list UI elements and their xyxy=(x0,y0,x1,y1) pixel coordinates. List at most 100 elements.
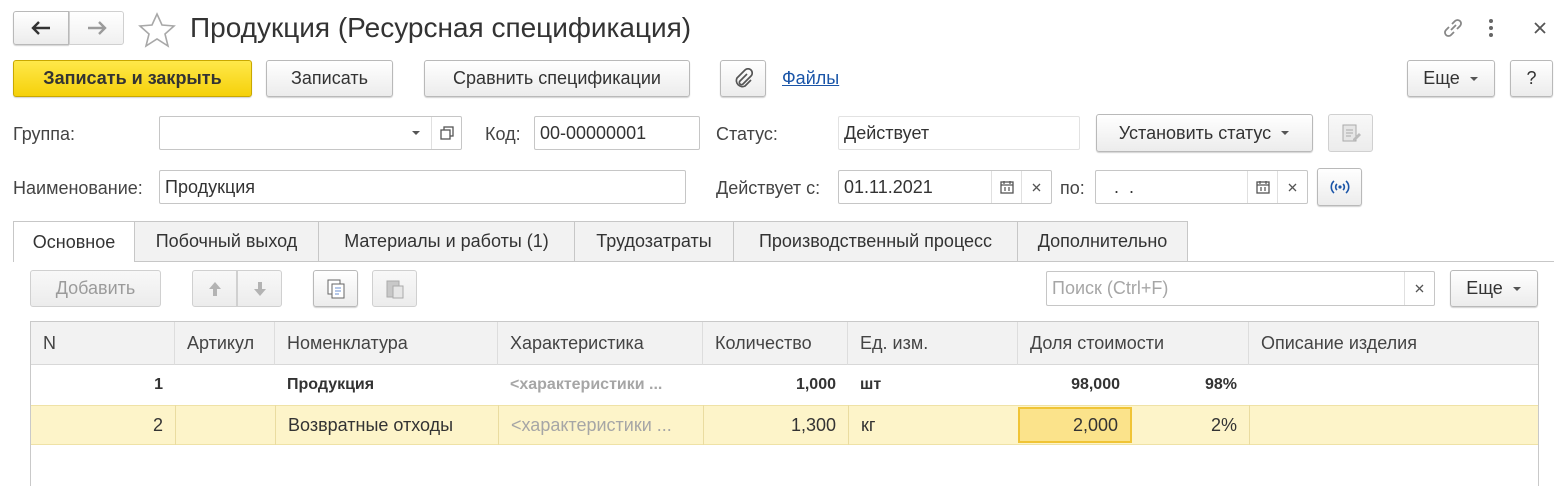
save-button[interactable]: Записать xyxy=(266,60,393,97)
column-header-characteristic[interactable]: Характеристика xyxy=(498,322,703,365)
clear-icon xyxy=(1415,284,1424,293)
valid-from-field[interactable]: 01.11.2021 xyxy=(838,170,1052,204)
valid-from-value: 01.11.2021 xyxy=(844,176,933,197)
valid-to-label: по: xyxy=(1060,178,1085,198)
row-quantity: 1,300 xyxy=(703,405,848,445)
chevron-down-icon xyxy=(1512,286,1521,291)
search-placeholder: Поиск (Ctrl+F) xyxy=(1052,278,1169,298)
row-item: Возвратные отходы xyxy=(275,405,498,445)
search-input[interactable]: Поиск (Ctrl+F) xyxy=(1046,271,1435,306)
compare-specifications-button[interactable]: Сравнить спецификации xyxy=(424,60,690,97)
row-item: Продукция xyxy=(287,376,375,393)
paste-button[interactable] xyxy=(372,270,417,307)
column-header-unit[interactable]: Ед. изм. xyxy=(848,322,1018,365)
calendar-icon xyxy=(999,181,1014,194)
tab-materials-and-works[interactable]: Материалы и работы (1) xyxy=(318,221,575,261)
arrow-up-icon xyxy=(208,281,221,296)
row-quantity: 1,000 xyxy=(795,376,836,393)
valid-to-field[interactable]: . . xyxy=(1095,170,1308,204)
clear-icon xyxy=(1288,183,1297,191)
row-article xyxy=(175,405,275,445)
column-header-description[interactable]: Описание изделия xyxy=(1249,322,1538,365)
status-label: Статус: xyxy=(716,124,778,144)
status-history-button[interactable] xyxy=(1328,114,1373,152)
row-percent: 98% xyxy=(1204,376,1237,393)
group-label: Группа: xyxy=(13,124,76,144)
favorite-star-icon[interactable] xyxy=(138,12,176,48)
row-description xyxy=(1249,366,1538,404)
forward-button[interactable] xyxy=(69,11,124,45)
chevron-down-icon xyxy=(1469,76,1478,81)
save-and-close-button[interactable]: Записать и закрыть xyxy=(13,60,252,97)
row-number: 2 xyxy=(152,414,163,435)
column-header-item[interactable]: Номенклатура xyxy=(275,322,498,365)
column-header-cost-share[interactable]: Доля стоимости xyxy=(1018,322,1249,365)
attach-file-button[interactable] xyxy=(720,60,766,97)
table-more-button[interactable]: Еще xyxy=(1450,270,1538,307)
add-button[interactable]: Добавить xyxy=(30,270,161,307)
code-value: 00-00000001 xyxy=(540,122,647,143)
tab-labor-costs[interactable]: Трудозатраты xyxy=(574,221,734,261)
paste-icon xyxy=(386,280,403,298)
row-unit: кг xyxy=(848,405,1018,445)
group-field[interactable] xyxy=(159,116,462,150)
name-value: Продукция xyxy=(165,176,256,197)
row-number: 1 xyxy=(154,376,163,393)
open-window-icon xyxy=(439,126,454,140)
status-field: Действует xyxy=(838,116,1080,150)
row-description xyxy=(1249,405,1538,445)
chevron-down-icon xyxy=(1281,131,1290,135)
tabs-baseline xyxy=(13,261,1554,262)
column-header-n[interactable]: N xyxy=(31,322,175,365)
copy-button[interactable] xyxy=(313,270,358,307)
valid-to-value: . . xyxy=(1109,176,1135,197)
row-cost-share-active-cell[interactable]: 2,000 xyxy=(1018,407,1132,443)
column-header-quantity[interactable]: Количество xyxy=(703,322,848,365)
row-characteristic: <характеристики ... xyxy=(510,376,663,393)
valid-to-clear-button[interactable] xyxy=(1277,171,1307,203)
move-down-button[interactable] xyxy=(237,270,282,307)
back-button[interactable] xyxy=(13,11,69,45)
name-label: Наименование: xyxy=(13,178,143,198)
tab-production-process[interactable]: Производственный процесс xyxy=(733,221,1018,261)
triangle-down-icon xyxy=(412,131,420,135)
close-icon[interactable] xyxy=(1533,21,1547,35)
group-dropdown-button[interactable] xyxy=(401,117,431,149)
row-percent: 2% xyxy=(1210,414,1237,435)
clear-icon xyxy=(1032,183,1041,191)
column-header-article[interactable]: Артикул xyxy=(175,322,275,365)
arrow-right-icon xyxy=(87,21,107,35)
valid-from-calendar-button[interactable] xyxy=(991,171,1021,203)
more-button-label: Еще xyxy=(1423,68,1460,88)
link-icon[interactable] xyxy=(1440,16,1466,40)
row-characteristic: <характеристики ... xyxy=(498,405,703,445)
search-clear-button[interactable] xyxy=(1404,272,1434,305)
arrow-down-icon xyxy=(253,281,266,296)
period-button[interactable] xyxy=(1317,168,1362,206)
set-status-button[interactable]: Установить статус xyxy=(1096,114,1313,152)
row-cost-share: 98,000 xyxy=(1071,376,1120,393)
period-icon xyxy=(1329,180,1350,194)
valid-from-label: Действует с: xyxy=(716,178,821,198)
document-edit-icon xyxy=(1342,124,1361,142)
calendar-icon xyxy=(1255,181,1270,194)
row-unit: шт xyxy=(860,376,882,393)
set-status-label: Установить статус xyxy=(1118,122,1272,143)
status-value: Действует xyxy=(844,122,930,143)
tab-by-products[interactable]: Побочный выход xyxy=(134,221,319,261)
valid-from-clear-button[interactable] xyxy=(1021,171,1051,203)
code-field[interactable]: 00-00000001 xyxy=(534,116,700,150)
group-open-button[interactable] xyxy=(431,117,461,149)
row-article xyxy=(175,366,275,404)
name-field[interactable]: Продукция xyxy=(159,170,686,204)
move-up-button[interactable] xyxy=(192,270,237,307)
files-link[interactable]: Файлы xyxy=(782,68,839,89)
copy-icon xyxy=(327,279,344,298)
tab-additional[interactable]: Дополнительно xyxy=(1017,221,1188,261)
tab-main[interactable]: Основное xyxy=(13,221,135,262)
more-actions-icon[interactable] xyxy=(1487,17,1495,39)
page-title: Продукция (Ресурсная спецификация) xyxy=(190,12,692,43)
more-button[interactable]: Еще xyxy=(1407,60,1495,97)
help-button[interactable]: ? xyxy=(1510,60,1553,97)
valid-to-calendar-button[interactable] xyxy=(1247,171,1277,203)
